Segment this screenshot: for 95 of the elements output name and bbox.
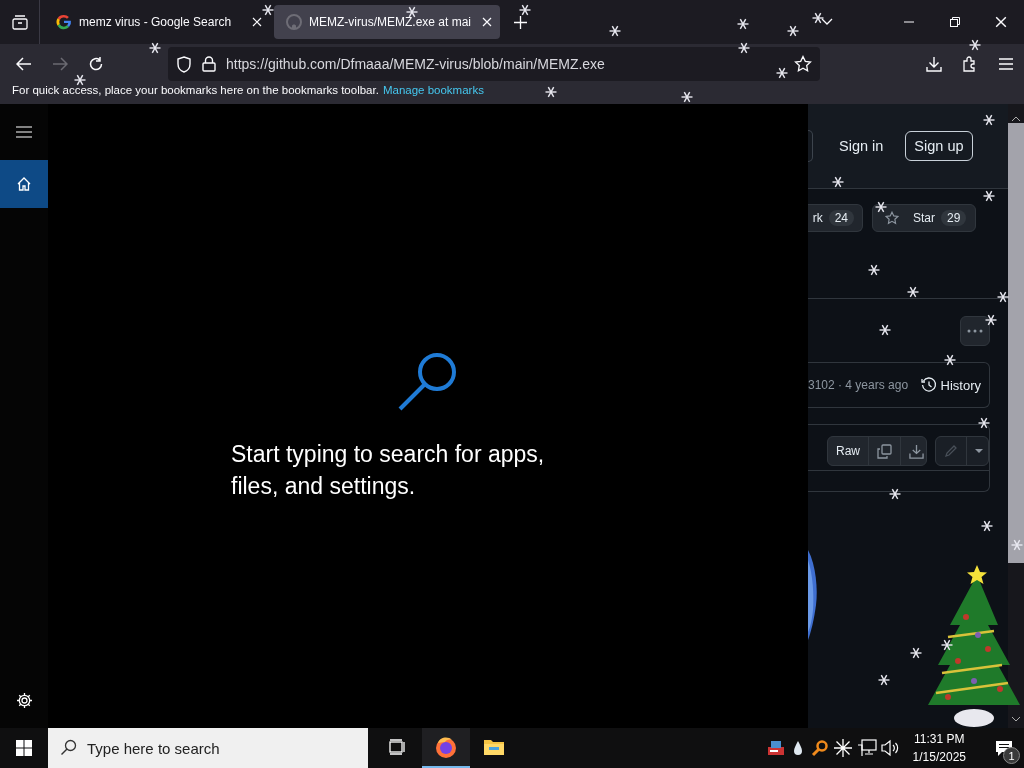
settings-icon	[15, 691, 33, 709]
network-icon[interactable]	[856, 739, 877, 757]
snowflake-icon	[983, 190, 995, 202]
clock-icon	[920, 377, 937, 393]
home-icon	[16, 176, 32, 192]
snowflake-icon	[812, 12, 824, 24]
close-icon[interactable]	[995, 16, 1007, 28]
close-icon[interactable]	[252, 17, 262, 27]
fork-button[interactable]: rk 24	[808, 204, 863, 232]
url-text: https://github.com/Dfmaaa/MEMZ-virus/blob/main/MEMZ.exe	[226, 56, 606, 72]
reload-icon	[88, 56, 104, 72]
copy-icon	[877, 443, 892, 459]
windows-logo-icon	[16, 740, 32, 756]
app-tray-icon[interactable]	[766, 739, 785, 757]
notifications-button[interactable]: 1	[984, 728, 1024, 768]
browser-tab[interactable]: memz virus - Google Search	[44, 5, 270, 39]
snowflake-icon	[941, 639, 953, 651]
forward-arrow-icon	[52, 57, 68, 71]
close-icon[interactable]	[482, 17, 492, 27]
snowflake-icon	[738, 42, 750, 54]
snowflake-icon	[681, 91, 693, 103]
snowflake-icon	[875, 201, 887, 213]
g-logo-icon	[56, 14, 72, 30]
search-icon	[397, 350, 459, 412]
download-icon	[926, 56, 942, 72]
star-icon	[885, 211, 899, 225]
browser-tab[interactable]: MEMZ-virus/MEMZ.exe at mai	[274, 5, 500, 39]
star-icon[interactable]	[794, 55, 812, 73]
task-view-icon	[389, 739, 407, 755]
sparkle-icon[interactable]	[832, 738, 853, 758]
folder-icon	[483, 738, 505, 756]
scroll-up-icon	[1012, 116, 1020, 121]
taskbar-app[interactable]	[422, 728, 470, 768]
address-bar[interactable]: https://github.com/Dfmaaa/MEMZ-virus/blob/main/MEMZ.exe	[168, 47, 820, 81]
magnifier-tray-icon[interactable]	[810, 739, 829, 757]
snowflake-icon	[776, 67, 788, 79]
snowflake-icon	[981, 520, 993, 532]
snowflake-icon	[997, 291, 1009, 303]
snowflake-icon	[74, 74, 86, 86]
notification-count: 1	[1003, 747, 1020, 764]
snowflake-icon	[910, 647, 922, 659]
clock-date[interactable]: 1/15/2025	[912, 748, 966, 766]
tray-icon	[11, 14, 28, 30]
taskbar-search-field[interactable]: Type here to search	[48, 728, 368, 768]
download-icon	[909, 443, 924, 459]
pencil-icon	[944, 444, 959, 458]
speaker-icon[interactable]	[880, 739, 901, 757]
chevron-down-icon	[821, 18, 833, 26]
snowflake-icon	[889, 488, 901, 500]
search-hint: Start typing to search for apps, files, and settings.	[231, 440, 546, 501]
manage-bookmarks-link[interactable]: Manage bookmarks	[382, 84, 484, 96]
caret-icon	[975, 449, 984, 453]
snowflake-icon	[868, 264, 880, 276]
back-arrow-icon	[16, 57, 32, 71]
snowflake-icon	[878, 674, 890, 686]
snowflake-icon	[787, 25, 799, 37]
restore-icon	[950, 17, 960, 27]
bookmarks-hint: For quick access, place your bookmarks here on the bookmarks toolbar.	[12, 84, 379, 96]
star-button[interactable]: Star 29	[872, 204, 976, 232]
scrollbar[interactable]	[1008, 104, 1024, 728]
snowflake-icon	[1011, 539, 1023, 551]
puzzle-icon	[962, 56, 978, 72]
sign-up-button[interactable]: Sign up	[905, 131, 973, 161]
sign-in-link[interactable]: Sign in	[839, 138, 884, 154]
minimize-icon	[904, 21, 914, 23]
menu-icon	[999, 58, 1013, 70]
fox-globe-icon	[434, 735, 458, 759]
snowflake-icon	[985, 314, 997, 326]
snowflake-icon	[983, 114, 995, 126]
snowflake-icon	[609, 25, 621, 37]
snowflake-icon	[832, 176, 844, 188]
snowflake-icon	[737, 18, 749, 30]
more-options-button[interactable]	[960, 316, 990, 346]
lock-icon	[202, 56, 216, 72]
snowflake-icon	[978, 417, 990, 429]
scroll-down-icon	[1012, 717, 1020, 722]
snowflake-icon	[969, 39, 981, 51]
search-icon	[60, 739, 77, 756]
snowflake-icon	[149, 42, 161, 54]
history-button[interactable]: History	[920, 377, 981, 393]
menu-icon	[16, 126, 32, 138]
site-logo-icon	[286, 14, 302, 30]
snowflake-icon	[519, 4, 531, 16]
shield-icon	[176, 55, 192, 73]
ellipsis-icon	[967, 329, 983, 333]
snowflake-icon	[907, 286, 919, 298]
snowflake-icon	[406, 6, 418, 18]
snowflake-icon	[944, 354, 956, 366]
home-button[interactable]	[0, 160, 48, 208]
commit-info: 3102 · 4 years ago	[808, 378, 909, 392]
snowflake-icon	[879, 324, 891, 336]
clock-time[interactable]: 11:31 PM	[914, 730, 965, 748]
snowflake-icon	[262, 4, 274, 16]
plus-icon	[513, 15, 527, 29]
snowflake-icon	[545, 86, 557, 98]
